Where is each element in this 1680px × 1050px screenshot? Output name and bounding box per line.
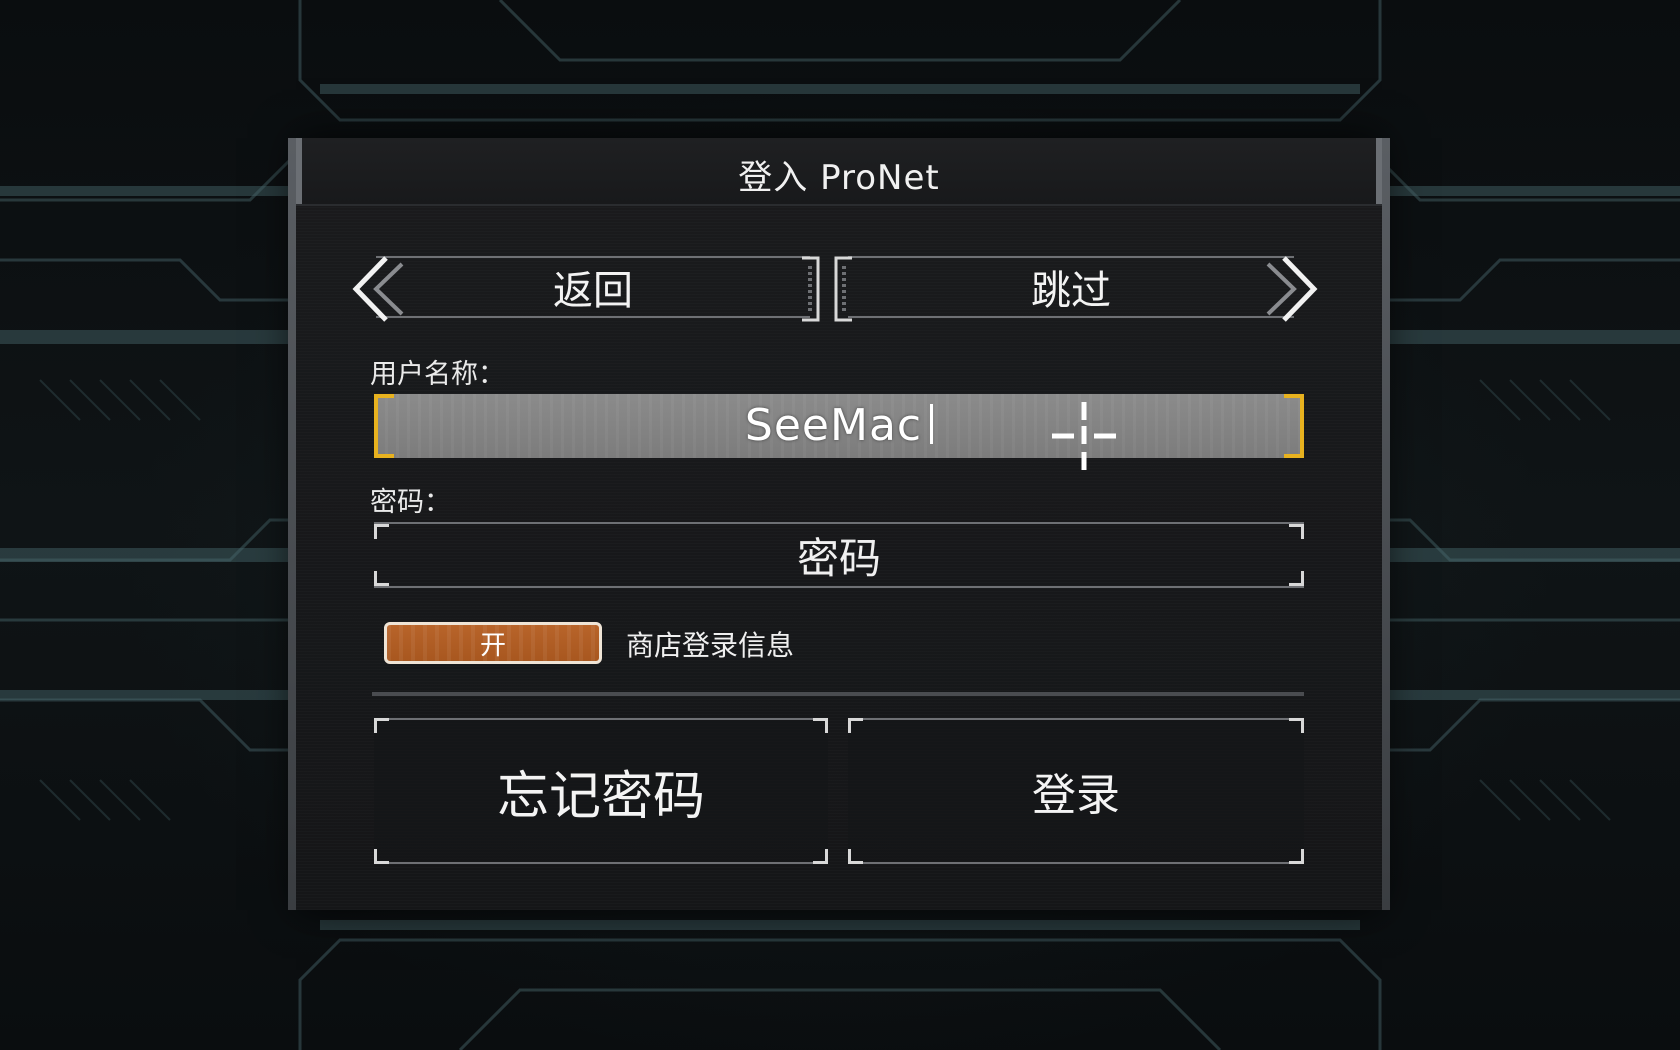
forgot-password-button[interactable]: 忘记密码 bbox=[374, 718, 828, 864]
button-edge-bottom bbox=[374, 862, 828, 864]
dialog-titlebar: 登入 ProNet bbox=[296, 138, 1382, 206]
username-value-wrap: SeeMac bbox=[374, 400, 1304, 451]
corner-bottom-right bbox=[1289, 849, 1304, 864]
corner-bottom-right bbox=[1289, 571, 1304, 586]
double-chevron-left-icon bbox=[352, 256, 404, 322]
dialog-frame-right bbox=[1382, 138, 1390, 910]
forgot-password-label: 忘记密码 bbox=[496, 766, 705, 827]
store-login-toggle[interactable]: 开 bbox=[384, 622, 602, 664]
skip-button-label: 跳过 bbox=[1031, 268, 1111, 314]
store-login-label: 商店登录信息 bbox=[626, 629, 795, 662]
bracket-right-icon bbox=[802, 256, 820, 322]
corner-top-left bbox=[848, 718, 863, 733]
crosshair-icon bbox=[1052, 402, 1116, 470]
login-dialog: 登入 ProNet 返回 跳过 用户名称： SeeMac 密码： 密码 开 商店… bbox=[288, 138, 1390, 910]
login-button[interactable]: 登录 bbox=[848, 718, 1304, 864]
corner-top-right bbox=[1289, 524, 1304, 539]
corner-top-right bbox=[813, 718, 828, 733]
button-edge-top bbox=[374, 718, 828, 720]
corner-bottom-left bbox=[374, 849, 389, 864]
toggle-state-label: 开 bbox=[479, 630, 506, 661]
corner-top-right bbox=[1289, 718, 1304, 733]
username-label: 用户名称： bbox=[370, 359, 505, 390]
password-placeholder: 密码 bbox=[796, 533, 881, 583]
skip-button[interactable]: 跳过 bbox=[834, 256, 1318, 322]
corner-bottom-left bbox=[374, 571, 389, 586]
corner-top-left bbox=[374, 524, 389, 539]
username-value: SeeMac bbox=[744, 400, 923, 451]
dialog-title: 登入 ProNet bbox=[738, 158, 940, 198]
login-label: 登录 bbox=[1032, 770, 1120, 821]
password-label: 密码： bbox=[370, 487, 451, 518]
corner-top-left bbox=[374, 718, 389, 733]
corner-bottom-left bbox=[848, 849, 863, 864]
divider bbox=[372, 692, 1304, 696]
button-edge-top bbox=[848, 718, 1304, 720]
username-input[interactable]: SeeMac bbox=[374, 394, 1304, 470]
double-chevron-right-icon bbox=[1266, 256, 1318, 322]
corner-bottom-right bbox=[813, 849, 828, 864]
back-button-label: 返回 bbox=[553, 268, 633, 314]
password-input[interactable]: 密码 bbox=[374, 522, 1304, 588]
button-edge-bottom bbox=[848, 862, 1304, 864]
dialog-frame-left bbox=[288, 138, 296, 910]
text-caret bbox=[930, 404, 934, 444]
bracket-left-icon bbox=[834, 256, 852, 322]
back-button[interactable]: 返回 bbox=[352, 256, 820, 322]
